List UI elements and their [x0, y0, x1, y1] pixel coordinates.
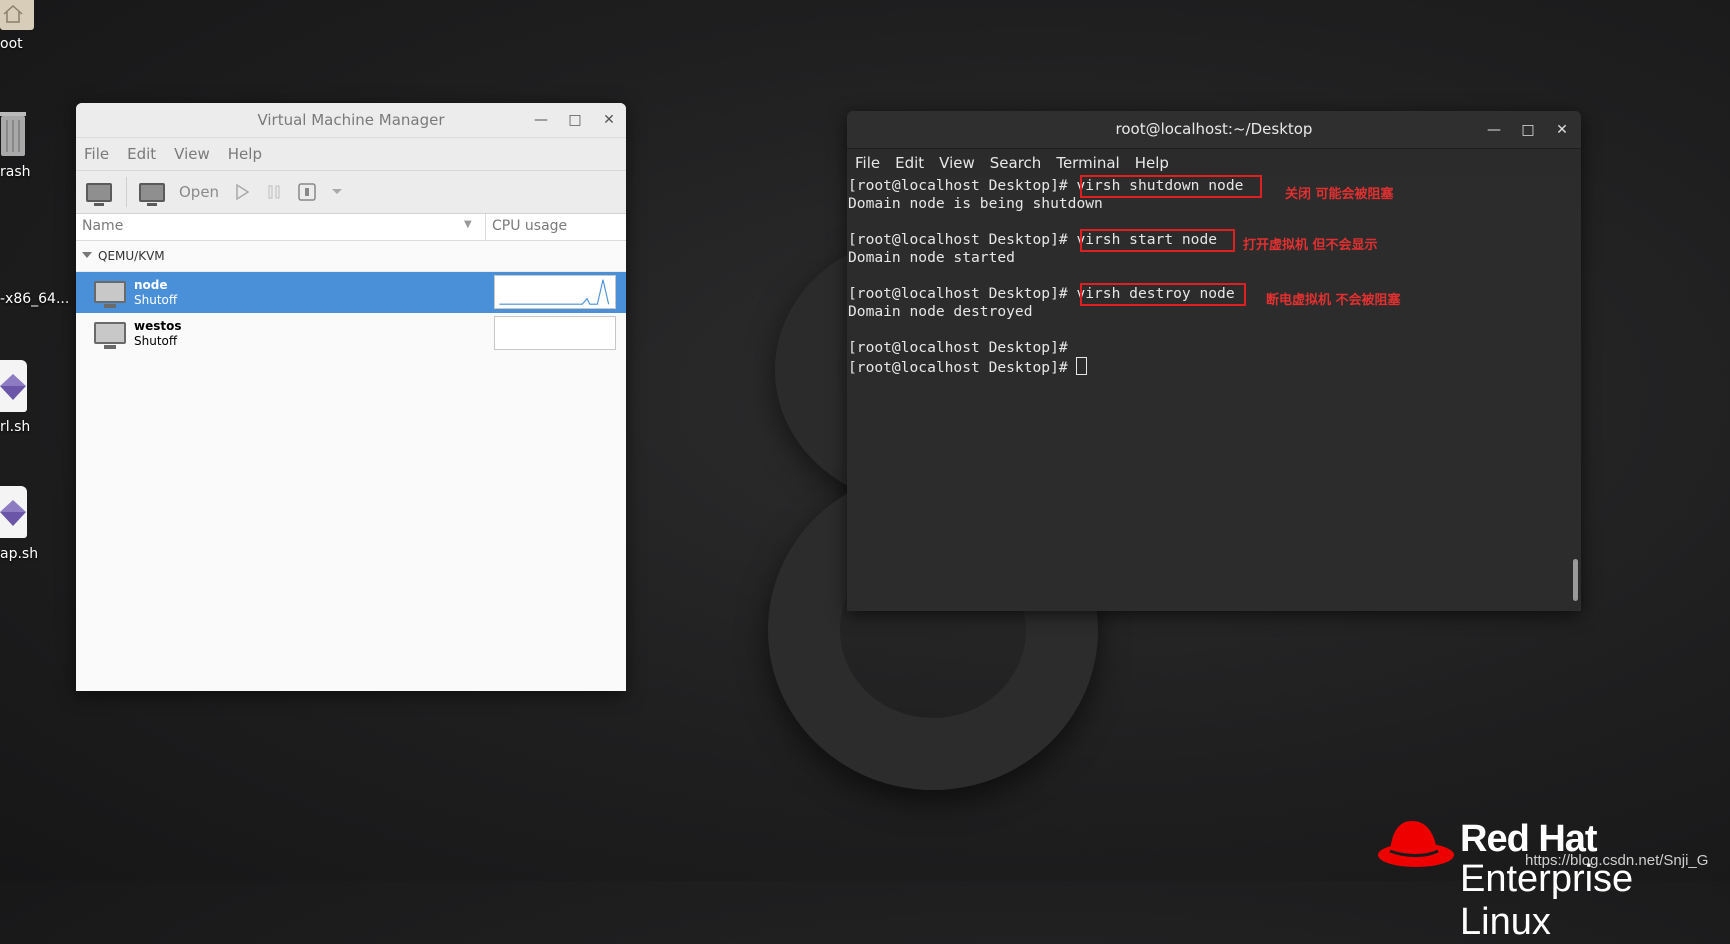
- vmm-titlebar[interactable]: Virtual Machine Manager — □ ✕: [76, 103, 626, 138]
- vm-name: westos: [134, 319, 182, 333]
- vmm-window: Virtual Machine Manager — □ ✕ File Edit …: [76, 103, 626, 691]
- desktop-icon-label: ap.sh: [0, 546, 39, 562]
- desktop-icon-label: -x86_64...: [0, 291, 70, 307]
- highlight-box: [1080, 229, 1235, 252]
- toolbar-separator: [126, 177, 127, 207]
- pause-icon: [268, 185, 280, 199]
- run-button[interactable]: [233, 183, 251, 201]
- home-folder-icon[interactable]: [0, 0, 34, 30]
- vm-state: Shutoff: [134, 293, 178, 307]
- close-icon[interactable]: ✕: [598, 109, 620, 131]
- prompt: [root@localhost Desktop]#: [848, 177, 1077, 194]
- minimize-icon[interactable]: —: [1483, 119, 1505, 141]
- menu-edit[interactable]: Edit: [127, 145, 156, 163]
- vm-monitor-icon: [94, 281, 126, 308]
- prompt: [root@localhost Desktop]#: [848, 339, 1077, 356]
- redhat-logo-subtext: Enterprise Linux: [1460, 858, 1634, 943]
- highlight-box: [1080, 175, 1262, 198]
- close-icon[interactable]: ✕: [1551, 119, 1573, 141]
- annotation-note: 断电虚拟机 不会被阻塞: [1266, 293, 1401, 308]
- column-divider[interactable]: [485, 214, 486, 240]
- vm-monitor-icon: [94, 322, 126, 349]
- terminal-titlebar[interactable]: root@localhost:~/Desktop — □ ✕: [847, 111, 1581, 149]
- terminal-line: [root@localhost Desktop]#: [848, 339, 1076, 356]
- maximize-icon[interactable]: □: [1517, 119, 1539, 141]
- menu-view[interactable]: View: [939, 154, 975, 172]
- terminal-output[interactable]: [root@localhost Desktop]# virsh shutdown…: [847, 175, 1581, 611]
- redhat-logo-icon: [1378, 821, 1454, 867]
- output-line: Domain node is being shutdown: [848, 195, 1103, 212]
- shutdown-button[interactable]: [297, 182, 317, 202]
- column-name[interactable]: Name: [82, 218, 123, 234]
- cpu-usage-graph: [494, 275, 616, 309]
- menu-terminal[interactable]: Terminal: [1056, 154, 1119, 172]
- menu-view[interactable]: View: [174, 145, 210, 163]
- vm-list-header: Name ▼ CPU usage: [76, 214, 626, 241]
- menu-help[interactable]: Help: [228, 145, 262, 163]
- chevron-down-icon: [332, 189, 343, 194]
- vm-state: Shutoff: [134, 334, 178, 348]
- open-button-label: Open: [179, 183, 220, 201]
- text-cursor: [1076, 357, 1088, 375]
- prompt: [root@localhost Desktop]#: [848, 231, 1077, 248]
- menu-edit[interactable]: Edit: [895, 154, 924, 172]
- trash-icon[interactable]: [0, 108, 28, 158]
- open-button[interactable]: Open: [139, 182, 220, 206]
- monitor-icon: [139, 182, 165, 206]
- menu-file[interactable]: File: [855, 154, 880, 172]
- menu-help[interactable]: Help: [1135, 154, 1169, 172]
- script-file-icon[interactable]: [0, 360, 27, 412]
- sort-down-icon[interactable]: ▼: [464, 219, 472, 230]
- terminal-window: root@localhost:~/Desktop — □ ✕ File Edit…: [847, 111, 1581, 611]
- desktop-icon-label: rash: [0, 164, 31, 180]
- watermark-text: https://blog.csdn.net/Snji_G: [1525, 852, 1709, 869]
- cpu-usage-graph: [494, 316, 616, 350]
- highlight-box: [1080, 283, 1246, 306]
- prompt: [root@localhost Desktop]#: [848, 359, 1077, 376]
- power-icon: [298, 183, 316, 201]
- vmm-menubar: File Edit View Help: [76, 138, 626, 171]
- output-line: Domain node started: [848, 249, 1015, 266]
- maximize-icon[interactable]: □: [564, 109, 586, 131]
- desktop-icon-label: oot: [0, 36, 23, 52]
- scrollbar-thumb[interactable]: [1573, 559, 1578, 601]
- desktop-icon-label: rl.sh: [0, 419, 31, 435]
- prompt: [root@localhost Desktop]#: [848, 285, 1077, 302]
- terminal-line: [root@localhost Desktop]#: [848, 357, 1088, 376]
- menu-file[interactable]: File: [84, 145, 109, 163]
- script-file-icon[interactable]: [0, 486, 27, 538]
- menu-search[interactable]: Search: [990, 154, 1042, 172]
- expand-triangle-icon[interactable]: [82, 252, 92, 258]
- new-vm-icon: [86, 182, 112, 206]
- connection-name: QEMU/KVM: [98, 249, 165, 263]
- annotation-note: 打开虚拟机 但不会显示: [1243, 238, 1378, 253]
- annotation-note: 关闭 可能会被阻塞: [1285, 187, 1394, 202]
- column-cpu-usage[interactable]: CPU usage: [492, 218, 567, 234]
- play-icon: [236, 183, 250, 201]
- vmm-toolbar: Open: [76, 171, 626, 214]
- pause-button[interactable]: [265, 183, 283, 201]
- connection-group-row[interactable]: QEMU/KVM: [76, 241, 626, 272]
- terminal-window-title: root@localhost:~/Desktop: [1115, 120, 1313, 138]
- shutdown-menu-button[interactable]: [331, 187, 343, 197]
- output-line: Domain node destroyed: [848, 303, 1033, 320]
- new-vm-button[interactable]: [86, 182, 112, 206]
- minimize-icon[interactable]: —: [530, 109, 552, 131]
- vm-row-node[interactable]: node Shutoff: [76, 272, 626, 313]
- terminal-menubar: File Edit View Search Terminal Help: [847, 149, 1581, 177]
- vm-name: node: [134, 278, 168, 292]
- vm-row-westos[interactable]: westos Shutoff: [76, 313, 626, 354]
